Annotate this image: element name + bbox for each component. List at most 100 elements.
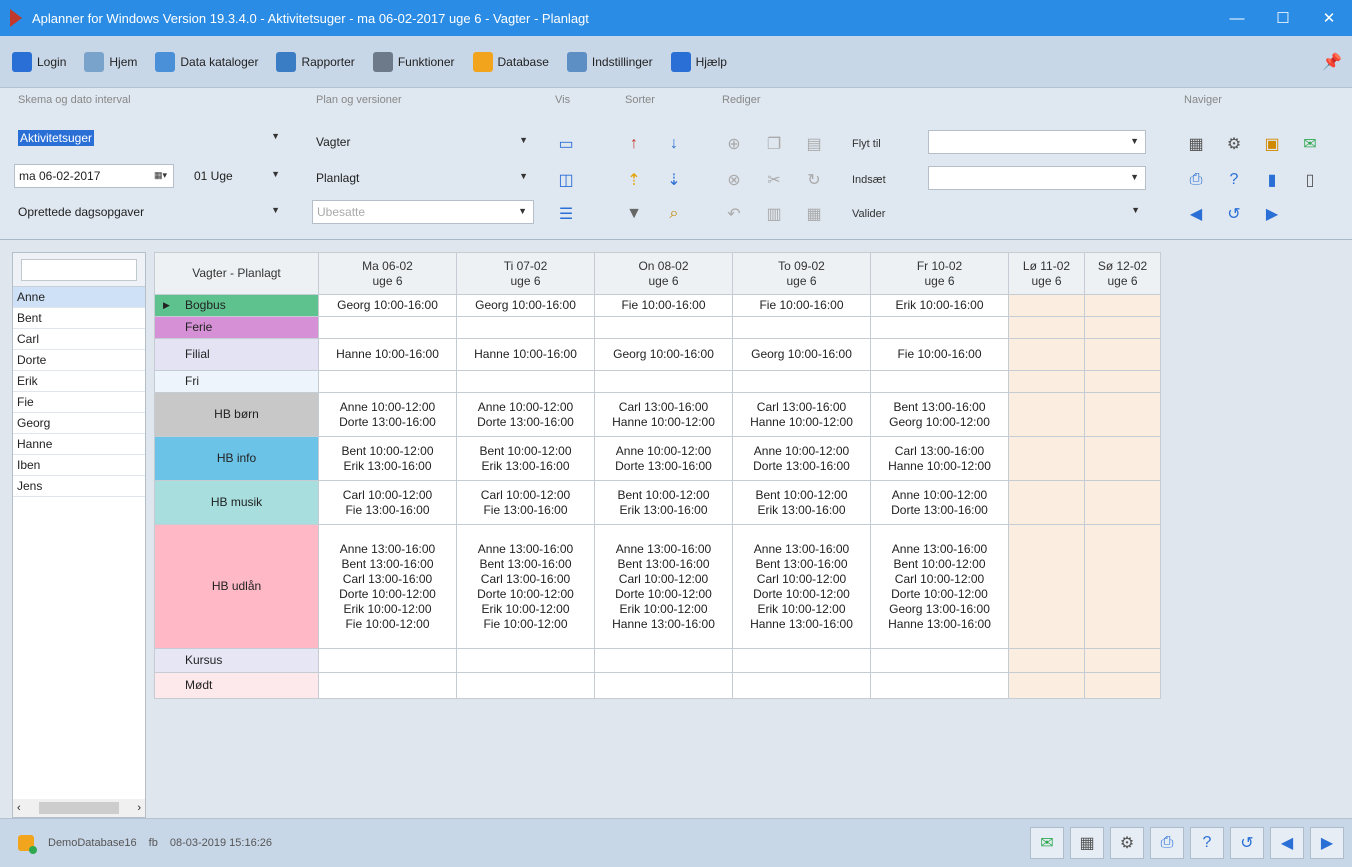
next-icon[interactable]: ▶ [1310, 827, 1344, 859]
weekend-cell[interactable] [1084, 480, 1161, 525]
document-icon[interactable]: ▯ [1298, 168, 1322, 192]
schedule-cell[interactable]: Anne 10:00-12:00 Dorte 13:00-16:00 [732, 436, 871, 481]
person-item[interactable]: Hanne [13, 434, 145, 455]
view-rows-icon[interactable]: ☰ [554, 202, 578, 226]
schedule-cell[interactable]: Hanne 10:00-16:00 [456, 338, 595, 371]
schedule-cell[interactable] [456, 648, 595, 673]
schedule-cell[interactable]: Bent 13:00-16:00 Georg 10:00-12:00 [870, 392, 1009, 437]
weekend-cell[interactable] [1008, 392, 1085, 437]
row-header[interactable]: Mødt [154, 672, 319, 699]
schedule-cell[interactable] [870, 648, 1009, 673]
reload-icon[interactable]: ↺ [1222, 202, 1246, 226]
day-header[interactable]: On 08-02 uge 6 [594, 252, 733, 295]
paste-icon[interactable]: ▤ [802, 132, 826, 156]
add-icon[interactable]: ⊕ [722, 132, 746, 156]
undo-icon[interactable]: ↶ [722, 202, 746, 226]
refresh-icon[interactable]: ↻ [802, 168, 826, 192]
menu-item-user[interactable]: Login [12, 51, 66, 72]
weekend-cell[interactable] [1008, 338, 1085, 371]
person-item[interactable]: Anne [13, 287, 145, 308]
schedule-cell[interactable]: Fie 10:00-16:00 [732, 294, 871, 317]
schedule-cell[interactable]: Carl 13:00-16:00 Hanne 10:00-12:00 [594, 392, 733, 437]
scroll-thumb[interactable] [39, 802, 119, 814]
move-to-dropdown[interactable]: ▼ [928, 130, 1146, 154]
schedule-cell[interactable] [732, 672, 871, 699]
print-icon[interactable]: ⎙ [1150, 827, 1184, 859]
schedule-cell[interactable]: Anne 10:00-12:00 Dorte 13:00-16:00 [870, 480, 1009, 525]
menu-item-database[interactable]: Database [472, 51, 549, 72]
next-icon[interactable]: ▶ [1260, 202, 1284, 226]
menu-item-catalog[interactable]: Data kataloger [155, 51, 258, 72]
schedule-cell[interactable]: Georg 10:00-16:00 [456, 294, 595, 317]
schedule-cell[interactable]: Carl 13:00-16:00 Hanne 10:00-12:00 [870, 436, 1009, 481]
schedule-cell[interactable]: Bent 10:00-12:00 Erik 13:00-16:00 [456, 436, 595, 481]
folder-icon[interactable]: ▣ [1260, 132, 1284, 156]
cut-icon[interactable]: ✂ [762, 168, 786, 192]
unassigned-dropdown[interactable]: Ubesatte ▼ [312, 200, 534, 224]
day-header[interactable]: Ti 07-02 uge 6 [456, 252, 595, 295]
print-icon[interactable]: ⎙ [1184, 168, 1208, 192]
day-header[interactable]: Lø 11-02 uge 6 [1008, 252, 1085, 295]
clipboard-icon[interactable]: ▥ [762, 202, 786, 226]
row-header[interactable]: ▶ Bogbus [154, 294, 319, 317]
schedule-cell[interactable] [318, 370, 457, 393]
schedule-cell[interactable]: Anne 13:00-16:00 Bent 13:00-16:00 Carl 1… [456, 524, 595, 649]
schedule-cell[interactable]: Georg 10:00-16:00 [594, 338, 733, 371]
row-header[interactable]: Fri [154, 370, 319, 393]
weekend-cell[interactable] [1008, 648, 1085, 673]
weekend-cell[interactable] [1084, 648, 1161, 673]
weekend-cell[interactable] [1084, 316, 1161, 339]
help-icon[interactable]: ? [1222, 168, 1246, 192]
version-dropdown[interactable]: Planlagt ▼ [312, 166, 534, 190]
calendar-settings-icon[interactable]: ▦ [1184, 132, 1208, 156]
schedule-cell[interactable]: Georg 10:00-16:00 [732, 338, 871, 371]
schedule-cell[interactable] [318, 648, 457, 673]
schedule-cell[interactable] [594, 316, 733, 339]
list-icon[interactable]: ▦ [802, 202, 826, 226]
menu-item-home[interactable]: Hjem [84, 51, 137, 72]
menu-item-report[interactable]: Rapporter [276, 51, 355, 72]
person-item[interactable]: Bent [13, 308, 145, 329]
calendar-settings-icon[interactable]: ▦ [1070, 827, 1104, 859]
schedule-cell[interactable]: Carl 10:00-12:00 Fie 13:00-16:00 [318, 480, 457, 525]
reload-icon[interactable]: ↺ [1230, 827, 1264, 859]
sort-up-icon[interactable]: ⇡ [622, 168, 646, 192]
schedule-cell[interactable]: Georg 10:00-16:00 [318, 294, 457, 317]
plan-dropdown[interactable]: Vagter ▼ [312, 130, 534, 154]
gear-icon[interactable]: ⚙ [1110, 827, 1144, 859]
schedule-cell[interactable]: Anne 10:00-12:00 Dorte 13:00-16:00 [456, 392, 595, 437]
previous-icon[interactable]: ◀ [1184, 202, 1208, 226]
schedule-cell[interactable]: Bent 10:00-12:00 Erik 13:00-16:00 [318, 436, 457, 481]
sort-down-icon[interactable]: ⇣ [662, 168, 686, 192]
view-columns-icon[interactable]: ◫ [554, 168, 578, 192]
schedule-cell[interactable]: Bent 10:00-12:00 Erik 13:00-16:00 [732, 480, 871, 525]
help-icon[interactable]: ? [1190, 827, 1224, 859]
schedule-cell[interactable] [870, 672, 1009, 699]
schedule-cell[interactable] [318, 316, 457, 339]
row-header[interactable]: HB musik [154, 480, 319, 525]
chart-icon[interactable]: ▮ [1260, 168, 1284, 192]
schedule-cell[interactable] [732, 370, 871, 393]
weekend-cell[interactable] [1084, 524, 1161, 649]
weekend-cell[interactable] [1008, 316, 1085, 339]
calendar-icon[interactable]: ▦▾ [154, 170, 167, 181]
person-item[interactable]: Iben [13, 455, 145, 476]
day-header[interactable]: To 09-02 uge 6 [732, 252, 871, 295]
schedule-cell[interactable] [594, 648, 733, 673]
pin-icon[interactable]: 📌 [1322, 52, 1342, 72]
horizontal-scrollbar[interactable]: ‹ › [13, 799, 145, 817]
remove-icon[interactable]: ⊗ [722, 168, 746, 192]
person-item[interactable]: Erik [13, 371, 145, 392]
gear-icon[interactable]: ⚙ [1222, 132, 1246, 156]
schedule-cell[interactable] [594, 672, 733, 699]
scroll-right-icon[interactable]: › [137, 802, 141, 814]
scroll-left-icon[interactable]: ‹ [17, 802, 21, 814]
weekend-cell[interactable] [1084, 436, 1161, 481]
schedule-cell[interactable] [318, 672, 457, 699]
tasks-dropdown[interactable]: Oprettede dagsopgaver ▼ [14, 200, 286, 224]
row-header[interactable]: HB børn [154, 392, 319, 437]
insert-dropdown[interactable]: ▼ [928, 166, 1146, 190]
week-dropdown[interactable]: 01 Uge ▼ [190, 164, 286, 188]
menu-item-settings[interactable]: Indstillinger [566, 51, 653, 72]
schedule-cell[interactable] [456, 316, 595, 339]
